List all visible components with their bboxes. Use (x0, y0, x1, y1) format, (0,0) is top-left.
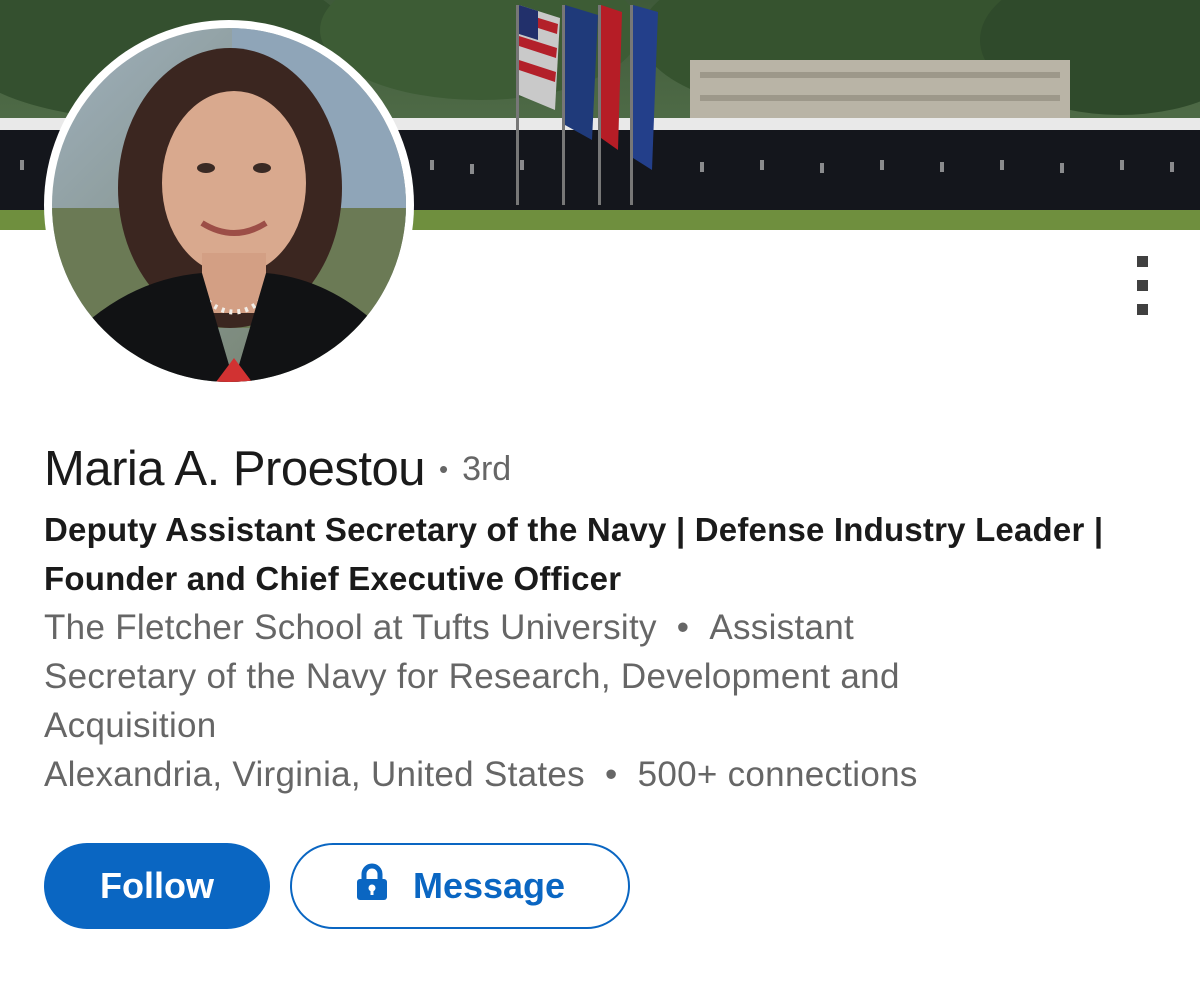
more-options-button[interactable] (1122, 252, 1162, 322)
follow-button-label: Follow (100, 865, 214, 906)
education-role-start: Assistant (709, 608, 855, 647)
name-row: Maria A. Proestou • 3rd (44, 438, 511, 500)
profile-headline: Deputy Assistant Secretary of the Navy |… (44, 511, 1104, 597)
lock-icon (355, 863, 389, 910)
connection-degree: 3rd (462, 449, 512, 488)
profile-location: Alexandria, Virginia, United States (44, 755, 585, 794)
location-line: Alexandria, Virginia, United States • 500+… (44, 750, 1174, 799)
education-school[interactable]: The Fletcher School at Tufts University (44, 608, 657, 647)
connections-count[interactable]: 500+ connections (638, 755, 918, 794)
message-button[interactable]: Message (290, 843, 630, 929)
profile-page: Maria A. Proestou • 3rd Deputy Assistant… (0, 0, 1200, 984)
education-line: The Fletcher School at Tufts University •… (44, 603, 1174, 652)
education-separator: • (676, 608, 690, 647)
profile-name: Maria A. Proestou (44, 442, 425, 496)
message-button-label: Message (412, 865, 566, 906)
education-role-line-2: Secretary of the Navy for Research, Deve… (44, 657, 900, 696)
more-vertical-icon (1137, 256, 1148, 267)
follow-button[interactable]: Follow (44, 843, 270, 929)
education-role-line-3: Acquisition (44, 706, 217, 745)
degree-separator: • (438, 453, 449, 484)
profile-avatar[interactable] (44, 20, 414, 390)
location-separator: • (605, 755, 618, 794)
